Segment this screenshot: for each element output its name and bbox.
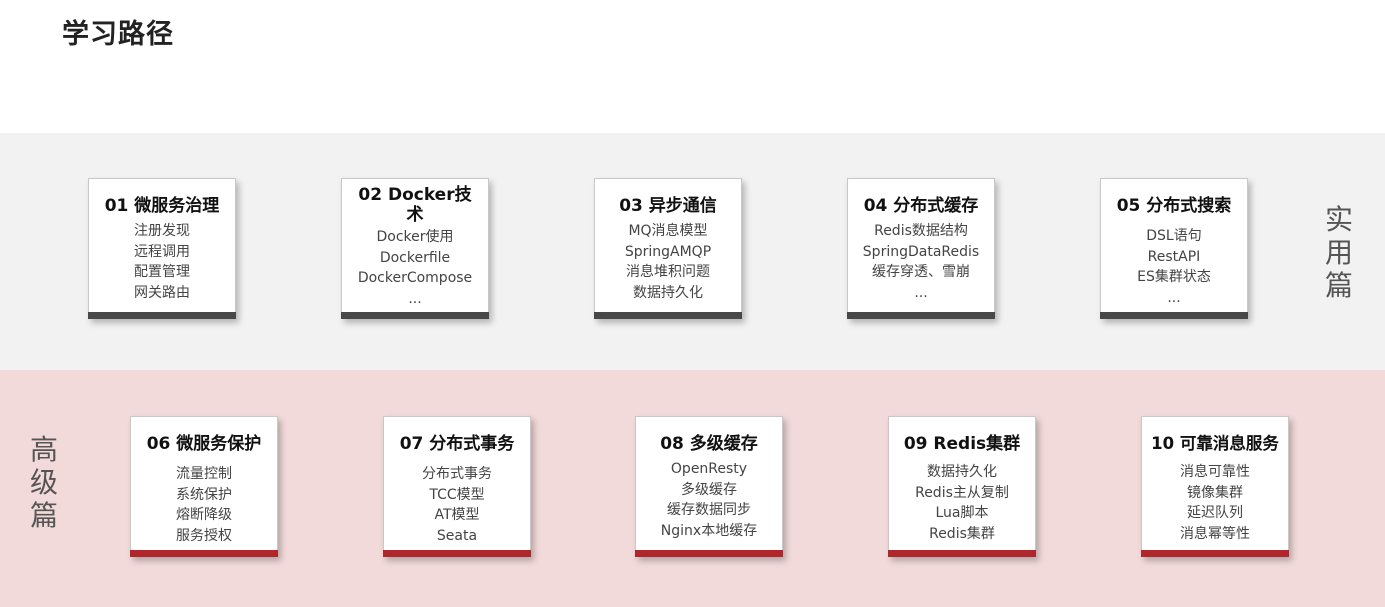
card-title: 06 微服务保护: [146, 434, 262, 454]
card-item: ...: [408, 290, 422, 307]
card-item: Redis数据结构: [874, 223, 968, 239]
card-item: DSL语句: [1146, 228, 1202, 244]
card-item: Seata: [436, 527, 478, 544]
card-docker[interactable]: 02 Docker技术 Docker使用 Dockerfile DockerCo…: [341, 178, 489, 319]
card-item: 服务授权: [176, 527, 232, 544]
card-item: 缓存数据同步: [667, 502, 751, 518]
card-multilevel-cache[interactable]: 08 多级缓存 OpenResty 多级缓存 缓存数据同步 Nginx本地缓存: [635, 416, 783, 557]
card-item: Redis主从复制: [915, 484, 1009, 501]
advanced-section-label: 高 级 篇: [29, 433, 58, 532]
card-title: 10 可靠消息服务: [1151, 434, 1279, 453]
card-item: TCC模型: [429, 486, 485, 503]
card-distributed-search[interactable]: 05 分布式搜索 DSL语句 RestAPI ES集群状态 ...: [1100, 178, 1248, 319]
card-item: Nginx本地缓存: [660, 522, 758, 539]
card-item: 镜像集群: [1187, 484, 1243, 501]
card-title: 05 分布式搜索: [1116, 196, 1232, 216]
card-item: AT模型: [434, 507, 480, 523]
card-item: 消息堆积问题: [626, 264, 710, 280]
card-title: 09 Redis集群: [903, 434, 1021, 454]
card-item: 数据持久化: [633, 284, 703, 301]
card-item: SpringAMQP: [624, 243, 712, 260]
card-title: 02 Docker技术: [358, 185, 472, 225]
card-item: Redis集群: [929, 525, 995, 542]
card-item: ES集群状态: [1137, 269, 1211, 285]
card-item: Lua脚本: [935, 505, 989, 521]
card-bottom-bar: [130, 550, 278, 557]
card-item: 消息可靠性: [1180, 464, 1250, 480]
card-item: 注册发现: [134, 223, 190, 239]
card-bottom-bar: [88, 312, 236, 319]
card-item: 多级缓存: [681, 481, 737, 498]
card-item: 远程调用: [134, 243, 190, 260]
card-bottom-bar: [594, 312, 742, 319]
card-item: 配置管理: [134, 264, 190, 280]
card-item: 延迟队列: [1187, 505, 1243, 521]
card-reliable-message-service[interactable]: 10 可靠消息服务 消息可靠性 镜像集群 延迟队列 消息幂等性: [1141, 416, 1289, 557]
card-bottom-bar: [847, 312, 995, 319]
card-microservice-protection[interactable]: 06 微服务保护 流量控制 系统保护 熔断降级 服务授权: [130, 416, 278, 557]
card-item: 熔断降级: [176, 507, 232, 523]
card-item: 流量控制: [176, 466, 232, 482]
card-title: 03 异步通信: [619, 196, 717, 216]
card-title: 07 分布式事务: [399, 434, 515, 454]
card-item: 网关路由: [134, 284, 190, 301]
card-bottom-bar: [1141, 550, 1289, 557]
card-title: 04 分布式缓存: [863, 196, 979, 216]
card-item: OpenResty: [670, 461, 748, 477]
card-item: 分布式事务: [422, 466, 492, 482]
card-item: 消息幂等性: [1180, 525, 1250, 542]
page-title: 学习路径: [62, 19, 174, 50]
card-item: RestAPI: [1147, 248, 1201, 265]
card-item: 系统保护: [176, 486, 232, 503]
card-bottom-bar: [635, 550, 783, 557]
card-item: 数据持久化: [927, 464, 997, 480]
card-bottom-bar: [1100, 312, 1248, 319]
card-distributed-transaction[interactable]: 07 分布式事务 分布式事务 TCC模型 AT模型 Seata: [383, 416, 531, 557]
card-item: ...: [914, 284, 928, 301]
card-bottom-bar: [341, 312, 489, 319]
card-item: Dockerfile: [379, 249, 451, 266]
card-async-communication[interactable]: 03 异步通信 MQ消息模型 SpringAMQP 消息堆积问题 数据持久化: [594, 178, 742, 319]
card-distributed-cache[interactable]: 04 分布式缓存 Redis数据结构 SpringDataRedis 缓存穿透、…: [847, 178, 995, 319]
card-item: DockerCompose: [357, 270, 473, 286]
card-item: ...: [1167, 289, 1181, 306]
practical-section-label: 实 用 篇: [1324, 203, 1353, 302]
card-item: SpringDataRedis: [862, 243, 980, 260]
card-title: 01 微服务治理: [104, 196, 220, 216]
card-item: MQ消息模型: [628, 223, 708, 239]
card-title: 08 多级缓存: [660, 434, 758, 454]
card-item: Docker使用: [376, 229, 454, 245]
card-microservice-governance[interactable]: 01 微服务治理 注册发现 远程调用 配置管理 网关路由: [88, 178, 236, 319]
card-bottom-bar: [888, 550, 1036, 557]
card-bottom-bar: [383, 550, 531, 557]
card-item: 缓存穿透、雪崩: [872, 264, 970, 280]
card-redis-cluster[interactable]: 09 Redis集群 数据持久化 Redis主从复制 Lua脚本 Redis集群: [888, 416, 1036, 557]
